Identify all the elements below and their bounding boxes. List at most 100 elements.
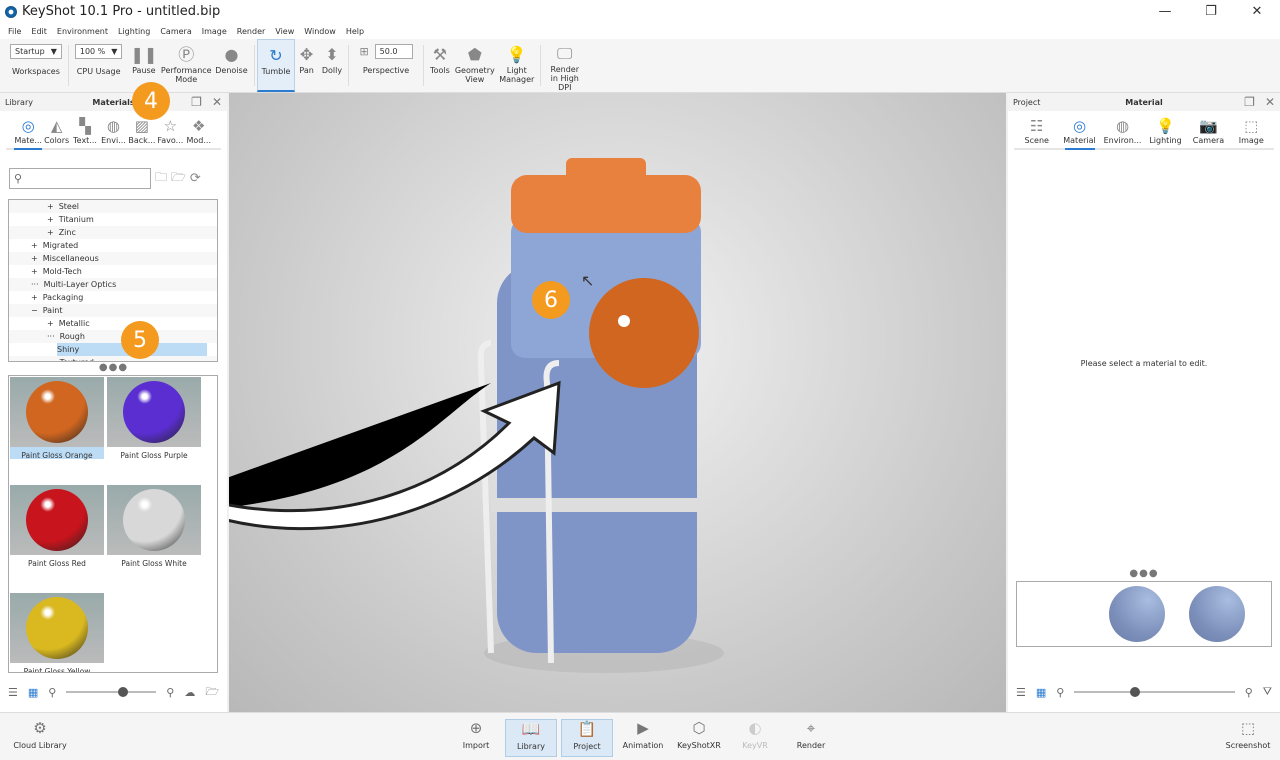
tree-item[interactable]: + Miscellaneous — [9, 252, 217, 265]
tab-icon: ◭ — [50, 117, 63, 135]
tumble-button[interactable]: ↻ Tumble — [256, 39, 296, 92]
library-tab-0[interactable]: ◎ Mate... — [14, 117, 43, 150]
material-tree: + Steel + Titanium + Zinc + Migrated + Miscellane… — [8, 199, 218, 362]
tree-item[interactable]: + Titanium — [9, 213, 217, 226]
library-tab-3[interactable]: ◍ Envi... — [99, 117, 127, 148]
material-thumbnail[interactable]: Paint Gloss Purple — [107, 377, 201, 460]
library-tab-4[interactable]: ▨ Back... — [128, 117, 156, 148]
folder-icon[interactable]: 🗁 — [205, 683, 219, 702]
menu-image[interactable]: Image — [202, 27, 227, 36]
library-tab-5[interactable]: ☆ Favo... — [156, 117, 184, 148]
menu-environment[interactable]: Environment — [57, 27, 108, 36]
grid-view-icon[interactable]: ▦ — [28, 686, 38, 699]
menu-window[interactable]: Window — [304, 27, 336, 36]
workspaces-control[interactable]: Startup ▼ Workspaces — [6, 39, 66, 92]
list-view-icon[interactable]: ☰ — [1016, 686, 1026, 699]
perspective-input[interactable]: 50.0 — [374, 44, 413, 59]
close-panel-icon[interactable]: ✕ — [1265, 95, 1275, 109]
material-thumbnail[interactable]: Paint Gloss Orange — [10, 377, 104, 460]
screenshot-button[interactable]: ⬚ Screenshot — [1222, 719, 1274, 757]
cpu-control[interactable]: 100 % ▼ CPU Usage — [71, 39, 127, 92]
search-input[interactable]: ⚲ — [9, 168, 151, 189]
menu-file[interactable]: File — [8, 27, 21, 36]
import-folder-icon[interactable]: 🗁 — [171, 168, 186, 189]
project-tab-camera[interactable]: 📷 Camera — [1193, 117, 1224, 148]
project-material[interactable]: Plastic_Orange.002... — [1177, 586, 1257, 646]
keyvr-button[interactable]: ◐ KeyVR — [729, 719, 781, 757]
animation-button[interactable]: ▶ Animation — [617, 719, 669, 757]
project-tab-scene[interactable]: ☷ Scene — [1022, 117, 1052, 148]
material-thumbnail[interactable]: Paint Gloss Yellow — [10, 593, 104, 672]
tree-item[interactable]: + Packaging — [9, 291, 217, 304]
tree-item[interactable]: + Metallic — [9, 317, 217, 330]
thumbnail-size-slider[interactable] — [1074, 687, 1235, 697]
add-folder-icon[interactable]: 🗀 — [155, 168, 167, 189]
tree-item[interactable]: ··· Rough — [9, 330, 217, 343]
material-thumbnail[interactable]: Paint Gloss Red — [10, 485, 104, 568]
close-button[interactable]: ✕ — [1234, 0, 1280, 23]
tree-item[interactable]: + Zinc — [9, 226, 217, 239]
menu-view[interactable]: View — [275, 27, 294, 36]
refresh-icon[interactable]: ⟳ — [190, 171, 201, 186]
import-icon: ⊕ — [469, 719, 483, 737]
list-view-icon[interactable]: ☰ — [8, 686, 18, 699]
undock-icon[interactable]: ❐ — [1244, 95, 1255, 109]
library-tab-2[interactable]: ▚ Text... — [71, 117, 99, 148]
render-icon: ⌖ — [806, 719, 816, 737]
project-material[interactable]: Stainless Steel Polis... — [1017, 586, 1097, 646]
thumbnail-size-slider[interactable] — [66, 687, 157, 697]
perspective-control[interactable]: ⊞ 50.0 Perspective — [351, 39, 421, 92]
project-tab-lighting[interactable]: 💡 Lighting — [1149, 117, 1181, 148]
render-high-dpi-button[interactable]: 🖵 Render in High DPI — [543, 39, 587, 93]
library-tab-6[interactable]: ❖ Mod... — [185, 117, 213, 148]
zoom-out-icon[interactable]: ⚲ — [48, 686, 56, 699]
tools-button[interactable]: ⚒ Tools — [426, 39, 454, 92]
menu-lighting[interactable]: Lighting — [118, 27, 150, 36]
dolly-button[interactable]: ⬍ Dolly — [318, 39, 346, 92]
project-button[interactable]: 📋 Project — [561, 719, 613, 757]
workspaces-dropdown[interactable]: Startup ▼ — [10, 44, 62, 59]
menu-render[interactable]: Render — [237, 27, 265, 36]
material-preview — [10, 377, 104, 447]
keyshotxr-button[interactable]: ⬡ KeyShotXR — [673, 719, 725, 757]
pan-button[interactable]: ✥ Pan — [295, 39, 317, 92]
cpu-usage-dropdown[interactable]: 100 % ▼ — [74, 44, 123, 59]
cloud-library-button[interactable]: ⚙ Cloud Library — [12, 719, 68, 757]
menu-edit[interactable]: Edit — [31, 27, 47, 36]
close-panel-icon[interactable]: ✕ — [212, 95, 222, 109]
project-tab-environ[interactable]: ◍ Environ... — [1104, 117, 1142, 148]
library-button[interactable]: 📖 Library — [505, 719, 557, 757]
render-button[interactable]: ⌖ Render — [785, 719, 837, 757]
maximize-button[interactable]: ❐ — [1188, 0, 1234, 23]
render-viewport[interactable]: 6 ↖ — [229, 93, 1006, 712]
project-tab-image[interactable]: ⬚ Image — [1237, 117, 1267, 148]
denoise-button[interactable]: ● Denoise — [211, 39, 251, 92]
splitter-handle[interactable]: ●●● — [0, 362, 227, 373]
performance-mode-button[interactable]: Ⓟ Performance Mode — [161, 39, 212, 92]
import-button[interactable]: ⊕ Import — [450, 719, 502, 757]
project-tab-material[interactable]: ◎ Material — [1063, 117, 1096, 150]
zoom-out-icon[interactable]: ⚲ — [1056, 686, 1064, 699]
menu-help[interactable]: Help — [346, 27, 364, 36]
menu-camera[interactable]: Camera — [160, 27, 191, 36]
tree-item[interactable]: − Paint — [9, 304, 217, 317]
zoom-in-icon[interactable]: ⚲ — [166, 686, 174, 699]
tree-item[interactable]: + Migrated — [9, 239, 217, 252]
upload-icon[interactable]: ☁ — [184, 686, 195, 699]
tree-item[interactable]: + Mold-Tech — [9, 265, 217, 278]
filter-icon[interactable]: ⛛ — [1263, 685, 1272, 699]
light-manager-button[interactable]: 💡 Light Manager — [496, 39, 538, 92]
zoom-in-icon[interactable]: ⚲ — [1245, 686, 1253, 699]
material-thumbnail[interactable]: Paint Gloss White — [107, 485, 201, 568]
project-material[interactable]: Plastic_Orange.002... — [1097, 586, 1177, 646]
tools-icon: ⚒ — [432, 44, 448, 64]
minimize-button[interactable]: — — [1142, 0, 1188, 23]
tree-item[interactable]: + Steel — [9, 200, 217, 213]
library-tab-1[interactable]: ◭ Colors — [42, 117, 70, 148]
tree-item[interactable]: ··· Multi-Layer Optics — [9, 278, 217, 291]
geometry-view-button[interactable]: ⬟ Geometry View — [454, 39, 496, 92]
tab-icon: ☷ — [1030, 117, 1044, 135]
grid-view-icon[interactable]: ▦ — [1036, 686, 1046, 699]
splitter-handle[interactable]: ●●● — [1008, 568, 1280, 579]
undock-icon[interactable]: ❐ — [191, 95, 202, 109]
